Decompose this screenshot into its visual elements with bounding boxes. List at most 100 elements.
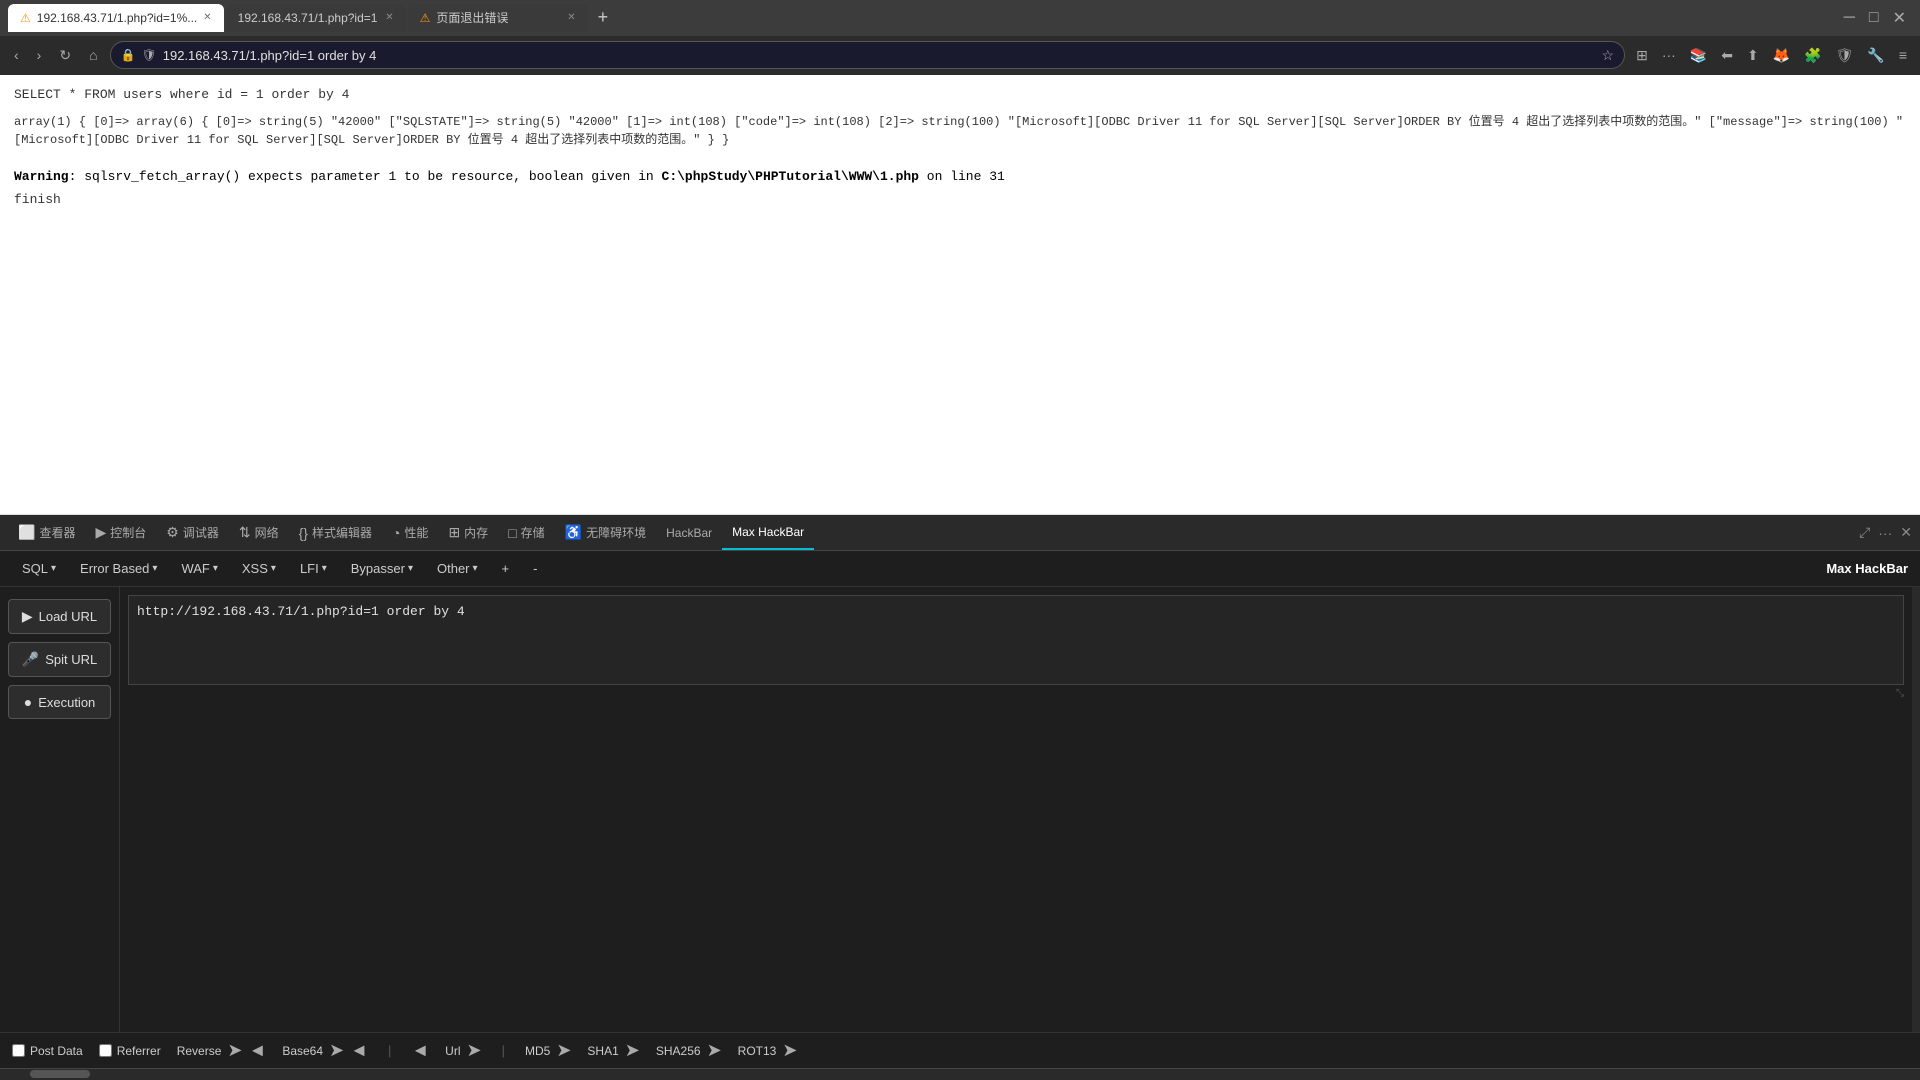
devtools-debugger[interactable]: ⚙ 调试器 — [156, 515, 229, 550]
refresh-button[interactable]: ↻ — [53, 43, 77, 68]
firefox-icon[interactable]: 🦊 — [1768, 44, 1795, 67]
panel-more-icon[interactable]: ··· — [1878, 525, 1892, 541]
devtools-inspector[interactable]: ⬜ 查看器 — [8, 515, 85, 550]
devtools-network[interactable]: ⇅ 网络 — [229, 515, 289, 550]
spit-url-icon: 🎤 — [22, 651, 39, 668]
hackbar-options: Post Data Referrer Reverse ➤ ◄ Base64 ➤ … — [0, 1032, 1920, 1068]
devtools-performance[interactable]: ◔ 性能 — [382, 515, 438, 550]
base64-decode-btn[interactable]: ◄ — [350, 1040, 368, 1061]
accessibility-icon: ♿ — [565, 524, 582, 541]
menu-dots-icon[interactable]: ··· — [1657, 44, 1681, 66]
tab-close-3[interactable]: ✕ — [567, 12, 575, 23]
rot13-btn[interactable]: ➤ — [782, 1040, 797, 1061]
devtools-storage[interactable]: □ 存储 — [498, 515, 554, 550]
devtools-console[interactable]: ▶ 控制台 — [85, 515, 156, 550]
menu-sql-arrow: ▾ — [51, 563, 56, 574]
menu-error-based-arrow: ▾ — [152, 563, 157, 574]
forward-button[interactable]: › — [31, 43, 48, 67]
url-bar-container: 🔒 🛡 ☆ — [110, 41, 1626, 69]
bookmark-icon[interactable]: 📚 — [1685, 44, 1712, 67]
storage-icon: □ — [508, 525, 516, 541]
menu-xss[interactable]: XSS ▾ — [232, 557, 286, 580]
md5-btn[interactable]: ➤ — [556, 1040, 571, 1061]
minimize-button[interactable]: ─ — [1838, 5, 1861, 31]
shield-nav-icon[interactable]: 🛡 — [1831, 44, 1859, 67]
url-decode-btn[interactable]: ◄ — [411, 1040, 429, 1061]
reverse-encode-btn[interactable]: ➤ — [227, 1040, 242, 1061]
style-label: 样式编辑器 — [312, 524, 372, 541]
tab-close-1[interactable]: ✕ — [203, 12, 211, 23]
inspector-icon: ⬜ — [18, 524, 35, 541]
tab-close-2[interactable]: ✕ — [385, 12, 393, 23]
nav-icons-right: ⊞ ··· 📚 ⬅ ⬆ 🦊 🧩 🛡 🔧 ≡ — [1631, 44, 1912, 67]
addon-icon[interactable]: 🧩 — [1799, 44, 1826, 67]
sql-query-output: SELECT * FROM users where id = 1 order b… — [14, 85, 1906, 105]
tab-3[interactable]: ⚠ 页面退出错误 ✕ — [408, 4, 588, 32]
base64-section: Base64 ➤ ◄ — [282, 1040, 368, 1061]
panel-close-icon[interactable]: ✕ — [1900, 524, 1912, 541]
bottom-scrollbar[interactable] — [0, 1068, 1920, 1080]
devtools-hackbar[interactable]: HackBar — [656, 515, 722, 550]
home-button[interactable]: ⌂ — [83, 43, 103, 67]
base64-encode-btn[interactable]: ➤ — [329, 1040, 344, 1061]
spit-url-button[interactable]: 🎤 Spit URL — [8, 642, 111, 677]
array-output: array(1) { [0]=> array(6) { [0]=> string… — [14, 113, 1906, 149]
url-encode-btn[interactable]: ➤ — [467, 1040, 482, 1061]
hamburger-icon[interactable]: ≡ — [1894, 44, 1912, 66]
close-browser-button[interactable]: ✕ — [1887, 4, 1912, 32]
load-url-button[interactable]: ▶ Load URL — [8, 599, 111, 634]
sha1-label: SHA1 — [587, 1044, 618, 1058]
menu-error-based[interactable]: Error Based ▾ — [70, 557, 167, 580]
panel-expand-icon[interactable]: ⤢ — [1859, 524, 1870, 541]
post-data-option[interactable]: Post Data — [12, 1044, 83, 1058]
addon2-icon[interactable]: 🔧 — [1862, 44, 1889, 67]
scrollbar-thumb[interactable] — [30, 1070, 90, 1078]
menu-bypasser[interactable]: Bypasser ▾ — [341, 557, 423, 580]
resize-handle[interactable]: ⤡ — [128, 688, 1904, 699]
hackbar-url-input[interactable]: http://192.168.43.71/1.php?id=1 order by… — [128, 595, 1904, 685]
devtools-accessibility[interactable]: ♿ 无障碍环境 — [555, 515, 656, 550]
back-button[interactable]: ‹ — [8, 43, 25, 67]
back-nav-icon[interactable]: ⬅ — [1716, 44, 1738, 67]
base64-label: Base64 — [282, 1044, 323, 1058]
post-data-checkbox[interactable] — [12, 1044, 25, 1057]
menu-waf[interactable]: WAF ▾ — [171, 557, 227, 580]
star-icon[interactable]: ☆ — [1602, 47, 1615, 64]
devtools-maxhackbar[interactable]: Max HackBar — [722, 515, 814, 550]
console-label: 控制台 — [110, 524, 146, 541]
sha256-section: SHA256 ➤ — [656, 1040, 722, 1061]
tab-title-3: 页面退出错误 — [436, 9, 508, 26]
side-scrollbar[interactable] — [1912, 587, 1920, 1032]
reverse-decode-btn[interactable]: ◄ — [249, 1040, 267, 1061]
menu-minus[interactable]: - — [523, 557, 547, 580]
debugger-icon: ⚙ — [166, 524, 179, 541]
warning-text: : sqlsrv_fetch_array() expects parameter… — [69, 169, 654, 184]
pipe-sep-1: | — [384, 1043, 395, 1058]
page-content: SELECT * FROM users where id = 1 order b… — [0, 75, 1920, 515]
new-tab-button[interactable]: + — [590, 7, 617, 28]
tab-2[interactable]: 192.168.43.71/1.php?id=1 ✕ — [226, 4, 406, 32]
extensions-icon[interactable]: ⊞ — [1631, 44, 1653, 67]
menu-plus[interactable]: + — [492, 557, 520, 580]
menu-sql[interactable]: SQL ▾ — [12, 557, 66, 580]
memory-icon: ⊞ — [448, 524, 460, 541]
warning-path: C:\phpStudy\PHPTutorial\WWW\1.php — [662, 169, 919, 184]
menu-other[interactable]: Other ▾ — [427, 557, 488, 580]
sha1-btn[interactable]: ➤ — [625, 1040, 640, 1061]
network-label: 网络 — [255, 524, 279, 541]
menu-lfi[interactable]: LFI ▾ — [290, 557, 337, 580]
forward-nav-icon[interactable]: ⬆ — [1742, 44, 1764, 67]
sha256-btn[interactable]: ➤ — [707, 1040, 722, 1061]
devtools-memory[interactable]: ⊞ 内存 — [438, 515, 498, 550]
tab-1[interactable]: ⚠ 192.168.43.71/1.php?id=1%... ✕ — [8, 4, 224, 32]
referrer-option[interactable]: Referrer — [99, 1044, 161, 1058]
url-input[interactable] — [163, 48, 1596, 63]
referrer-checkbox[interactable] — [99, 1044, 112, 1057]
load-url-label: Load URL — [39, 609, 98, 624]
devtools-style[interactable]: {} 样式编辑器 — [289, 515, 382, 550]
menu-bypasser-arrow: ▾ — [408, 563, 413, 574]
browser-chrome: ⚠ 192.168.43.71/1.php?id=1%... ✕ 192.168… — [0, 0, 1920, 75]
menu-waf-label: WAF — [181, 561, 209, 576]
maximize-button[interactable]: □ — [1863, 5, 1885, 31]
execution-button[interactable]: ● Execution — [8, 685, 111, 719]
